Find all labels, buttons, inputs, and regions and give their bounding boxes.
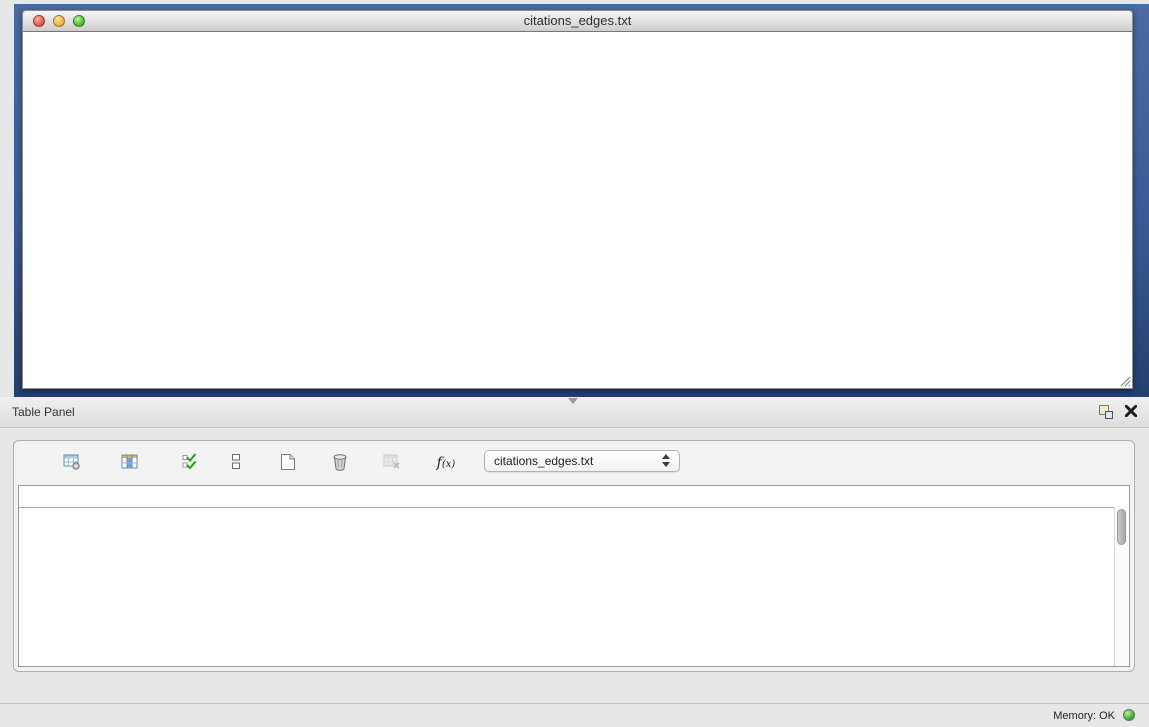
status-bar: Memory: OK <box>0 703 1149 727</box>
network-window: citations_edges.txt <box>22 10 1133 389</box>
table-panel-title: Table Panel <box>12 405 75 419</box>
panel-divider-grip[interactable] <box>568 398 578 404</box>
function-fx-button[interactable]: f(x) <box>434 452 458 474</box>
scrollbar-thumb[interactable] <box>1117 509 1126 545</box>
resize-grip-icon[interactable] <box>1119 375 1131 387</box>
minimize-window-button[interactable] <box>53 15 65 27</box>
selection-checks-icon <box>182 453 199 470</box>
table-scrollbar[interactable] <box>1114 507 1129 666</box>
network-table-selector[interactable]: citations_edges.txt <box>484 450 680 472</box>
select-columns-button[interactable] <box>118 452 142 474</box>
network-window-titlebar[interactable]: citations_edges.txt <box>22 10 1133 32</box>
table-panel-body: f(x) citations_edges.txt <box>13 440 1135 672</box>
cytoscape-screen: citations_edges.txt Table Panel f(x) cit… <box>0 0 1149 727</box>
fx-icon: f(x) <box>437 455 456 471</box>
stacked-rows-icon <box>231 453 242 470</box>
float-panel-icon[interactable] <box>1099 405 1113 419</box>
close-window-button[interactable] <box>33 15 45 27</box>
network-window-title: citations_edges.txt <box>23 11 1132 31</box>
network-view-area: citations_edges.txt <box>0 0 1149 397</box>
trash-button[interactable] <box>328 452 352 474</box>
zoom-window-button[interactable] <box>73 15 85 27</box>
table-panel: Table Panel f(x) citations_edges.txt <box>0 397 1149 703</box>
close-panel-icon[interactable] <box>1125 405 1137 417</box>
select-columns-icon <box>121 454 139 470</box>
stacked-rows-button[interactable] <box>224 452 248 474</box>
node-table <box>18 485 1130 667</box>
citation-network-graph[interactable] <box>23 32 1133 388</box>
selected-network-table-label: citations_edges.txt <box>494 454 593 468</box>
trash-icon <box>332 453 348 471</box>
new-document-button[interactable] <box>276 452 300 474</box>
table-header-row <box>19 486 1129 508</box>
selection-checks-button[interactable] <box>178 452 202 474</box>
window-traffic-lights <box>33 15 85 27</box>
network-canvas[interactable] <box>22 32 1133 389</box>
delete-table-icon <box>383 454 402 470</box>
combo-arrows-icon <box>662 454 670 467</box>
table-options-button[interactable] <box>60 452 84 474</box>
table-options-icon <box>63 454 81 470</box>
memory-status-label: Memory: OK <box>1053 710 1115 722</box>
new-document-icon <box>280 453 296 471</box>
delete-table-disabled-button[interactable] <box>380 452 404 474</box>
memory-status-indicator <box>1123 709 1135 721</box>
